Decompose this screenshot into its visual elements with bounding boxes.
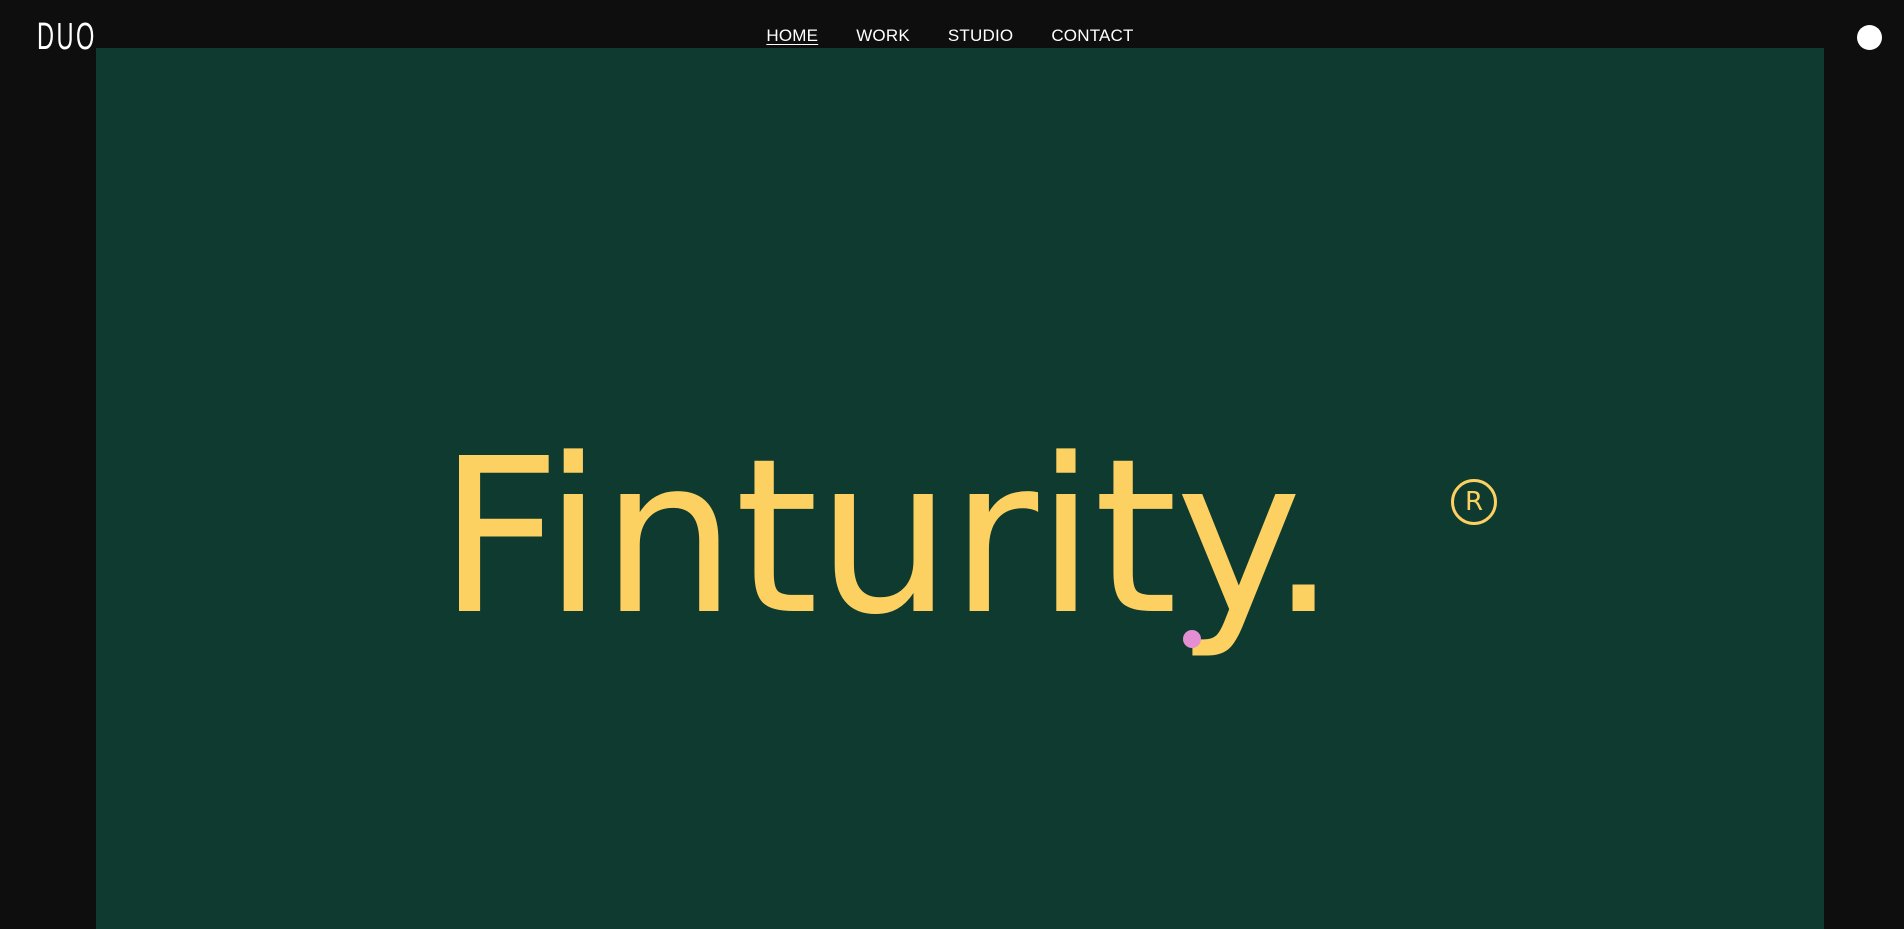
hero-showcase[interactable]: Finturity. R — [96, 48, 1824, 929]
page: DUO HOME WORK STUDIO CONTACT Finturity. … — [0, 0, 1904, 929]
brand-wordmark-text: Finturity. — [438, 413, 1338, 662]
cursor-dot-icon — [1183, 630, 1201, 648]
nav-work-link[interactable]: WORK — [856, 26, 910, 46]
nav-contact-link[interactable]: CONTACT — [1051, 26, 1133, 46]
nav-home-link[interactable]: HOME — [766, 26, 818, 46]
nav-links: HOME WORK STUDIO CONTACT — [766, 26, 1133, 46]
finturity-wordmark: Finturity. R — [438, 418, 1538, 658]
registered-trademark-icon: R — [1451, 479, 1497, 525]
nav-studio-link[interactable]: STUDIO — [948, 26, 1013, 46]
main-nav: HOME WORK STUDIO CONTACT — [0, 26, 1904, 46]
